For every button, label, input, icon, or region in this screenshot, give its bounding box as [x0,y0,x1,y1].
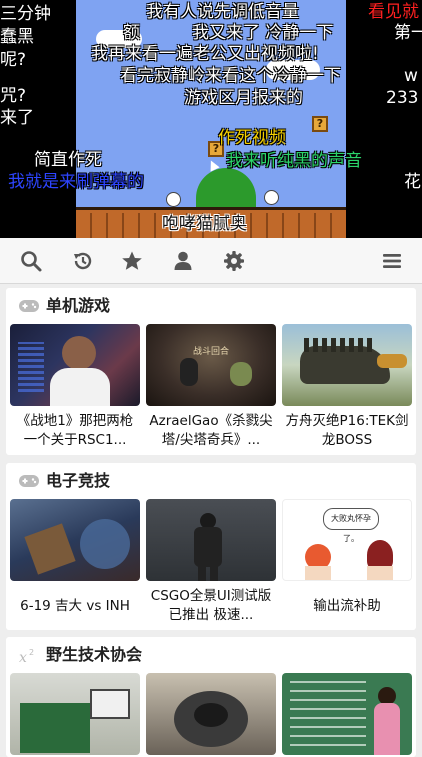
danmaku-comment: 额 [123,23,140,43]
video-player[interactable]: ? ? 三分钟 蠢黑 呢? 咒? 来了 我有人说先调低音量 看见就 额 我又来了… [0,0,422,238]
search-icon[interactable] [19,249,43,273]
menu-icon[interactable] [380,249,404,273]
danmaku-comment: 咆哮猫腻奥 [162,214,247,234]
danmaku-comment: 蠢黑 [0,27,34,47]
section-header[interactable]: 电子竞技 [6,463,416,499]
star-icon[interactable] [120,249,144,273]
danmaku-comment: 看完寂静岭来看这个冷静一下 [120,66,341,86]
danmaku-comment: 游戏区月报来的 [184,88,303,108]
video-thumbnail [282,673,412,755]
danmaku-comment: 咒? [0,86,27,106]
danmaku-comment: 我再来看一遍老公又出视频啦! [91,44,319,64]
gear-icon[interactable] [222,249,246,273]
category-section: 单机游戏 《战地1》那把两枪一个关于RSC1... 战斗回合 AzraelGao… [6,288,416,455]
danmaku-comment: 我就是来刷弹幕的 [8,172,144,192]
gamepad-icon [18,473,40,489]
video-thumbnail [10,499,140,581]
video-thumbnail [146,673,276,755]
svg-text:2: 2 [29,648,34,657]
video-thumbnail: 战斗回合 [146,324,276,406]
video-title: 6-19 吉大 vs INH [20,598,130,614]
danmaku-comment: 作死视频 [218,128,286,148]
danmaku-comment: 三分钟 [0,4,51,24]
danmaku-comment: w [404,66,418,86]
danmaku-comment: 我来听纯黑的声音 [226,151,362,171]
category-section: 电子竞技 6-19 吉大 vs INH CSGO全景UI测试版已推出 极速...… [6,463,416,630]
video-thumbnail: 大败丸怀孕了。 [282,499,412,581]
section-header[interactable]: x2 野生技术协会 [6,637,416,673]
section-title: 单机游戏 [46,296,111,315]
history-icon[interactable] [71,249,95,273]
thumbnail-caption: 大败丸怀孕了。 [323,508,379,543]
category-section: x2 野生技术协会 [6,637,416,757]
gamepad-icon [18,298,40,314]
toolbar [0,238,422,284]
video-title: 输出流补助 [313,598,381,614]
video-thumbnail [146,499,276,581]
danmaku-comment: 我又来了 冷静一下 [192,23,334,43]
video-title: 方舟灭绝P16:TEK剑龙BOSS [285,413,409,448]
danmaku-comment: 第一 [394,23,422,43]
svg-text:x: x [19,650,27,663]
video-thumbnail [10,324,140,406]
section-title: 电子竞技 [46,471,111,490]
danmaku-comment: 我有人说先调低音量 [146,2,299,22]
video-title: 《战地1》那把两枪一个关于RSC1... [16,413,134,448]
x-squared-icon: x2 [18,647,40,666]
danmaku-comment: 呢? [0,50,27,70]
video-thumbnail [282,324,412,406]
danmaku-comment: 233 [386,88,419,108]
danmaku-comment: 简直作死 [34,150,102,170]
video-title: CSGO全景UI测试版已推出 极速... [150,588,272,623]
section-header[interactable]: 单机游戏 [6,288,416,324]
danmaku-comment: 看见就 [368,2,419,22]
section-title: 野生技术协会 [46,645,143,664]
video-title: AzraelGao《杀戮尖塔/尖塔奇兵》... [149,413,273,448]
user-icon[interactable] [171,249,195,273]
thumbnail-caption: 战斗回合 [192,347,229,357]
danmaku-comment: 花 [404,172,421,192]
video-thumbnail [10,673,140,755]
danmaku-comment: 来了 [0,108,34,128]
